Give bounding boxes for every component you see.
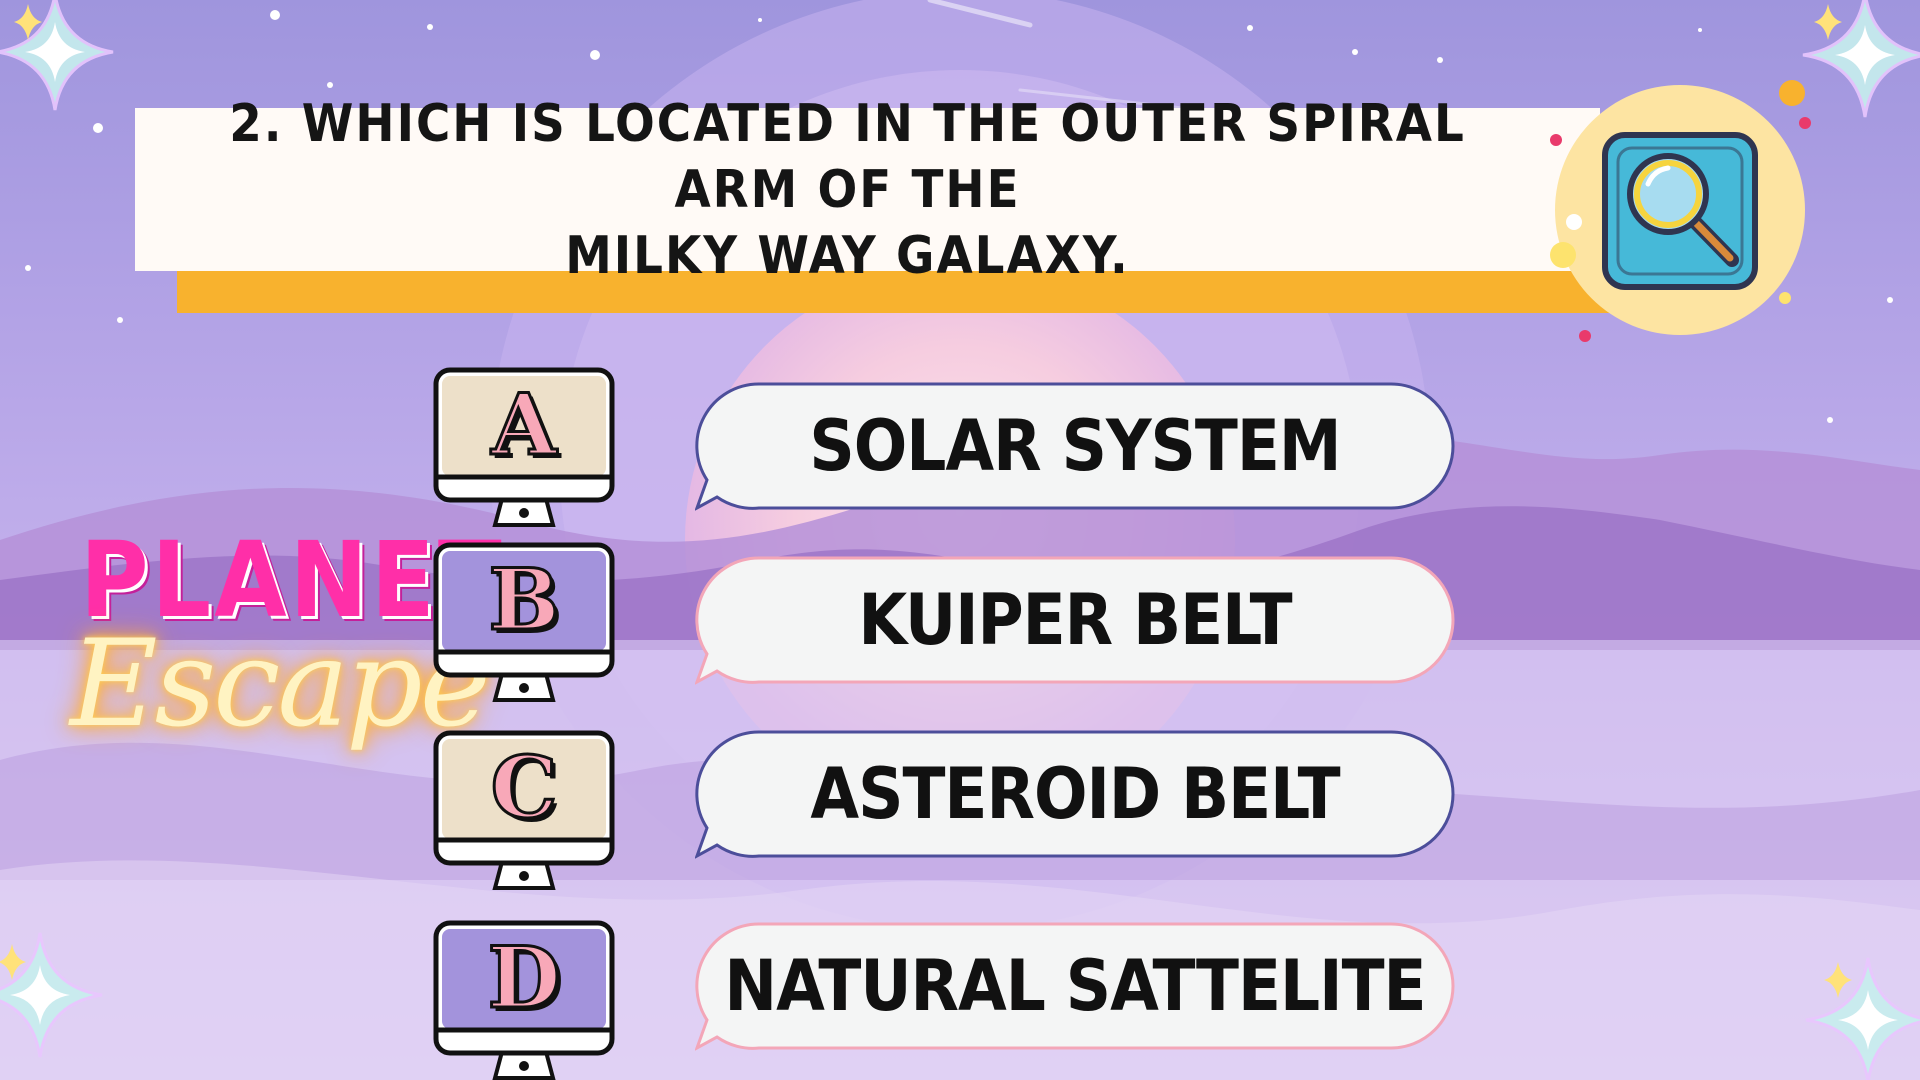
planet-escape-logo: PLANET Escape [70, 525, 502, 815]
sparkle-star-icon [0, 0, 114, 111]
answer-d-text: NATURAL SATTELITE [724, 945, 1426, 1027]
question-line-2: Milky Way Galaxy. [565, 225, 1130, 286]
answer-a-text: SOLAR SYSTEM [809, 405, 1341, 487]
answer-d-letter-monitor[interactable]: D [433, 920, 615, 1080]
magnifying-glass-icon [1550, 80, 1811, 342]
answer-c-text: ASTEROID BELT [810, 753, 1340, 835]
answer-d-letter: D [486, 927, 562, 1029]
question-panel: 2. Which is located in the outer spiral … [135, 94, 1600, 286]
answer-c-letter-monitor[interactable]: C [433, 730, 615, 890]
question-text: 2. Which is located in the outer spiral … [198, 91, 1498, 289]
answer-a-letter-monitor[interactable]: A [433, 367, 615, 527]
answer-a-button[interactable]: SOLAR SYSTEM [695, 382, 1455, 514]
answer-c-button[interactable]: ASTEROID BELT [695, 730, 1455, 862]
answer-a-letter: A [490, 374, 558, 476]
answer-d-button[interactable]: NATURAL SATTELITE [695, 922, 1455, 1054]
question-line-1: 2. Which is located in the outer spiral … [229, 93, 1466, 220]
sparkle-star-icon [1802, 0, 1920, 118]
answer-b-text: KUIPER BELT [858, 579, 1292, 661]
sparkle-star-icon [1814, 4, 1842, 40]
game-scene: 2. Which is located in the outer spiral … [0, 0, 1920, 1080]
answer-b-button[interactable]: KUIPER BELT [695, 556, 1455, 688]
answer-b-letter: B [487, 549, 561, 651]
answer-b-letter-monitor[interactable]: B [433, 542, 615, 702]
logo-escape-text: Escape [70, 615, 491, 754]
answer-c-letter: C [489, 737, 559, 839]
